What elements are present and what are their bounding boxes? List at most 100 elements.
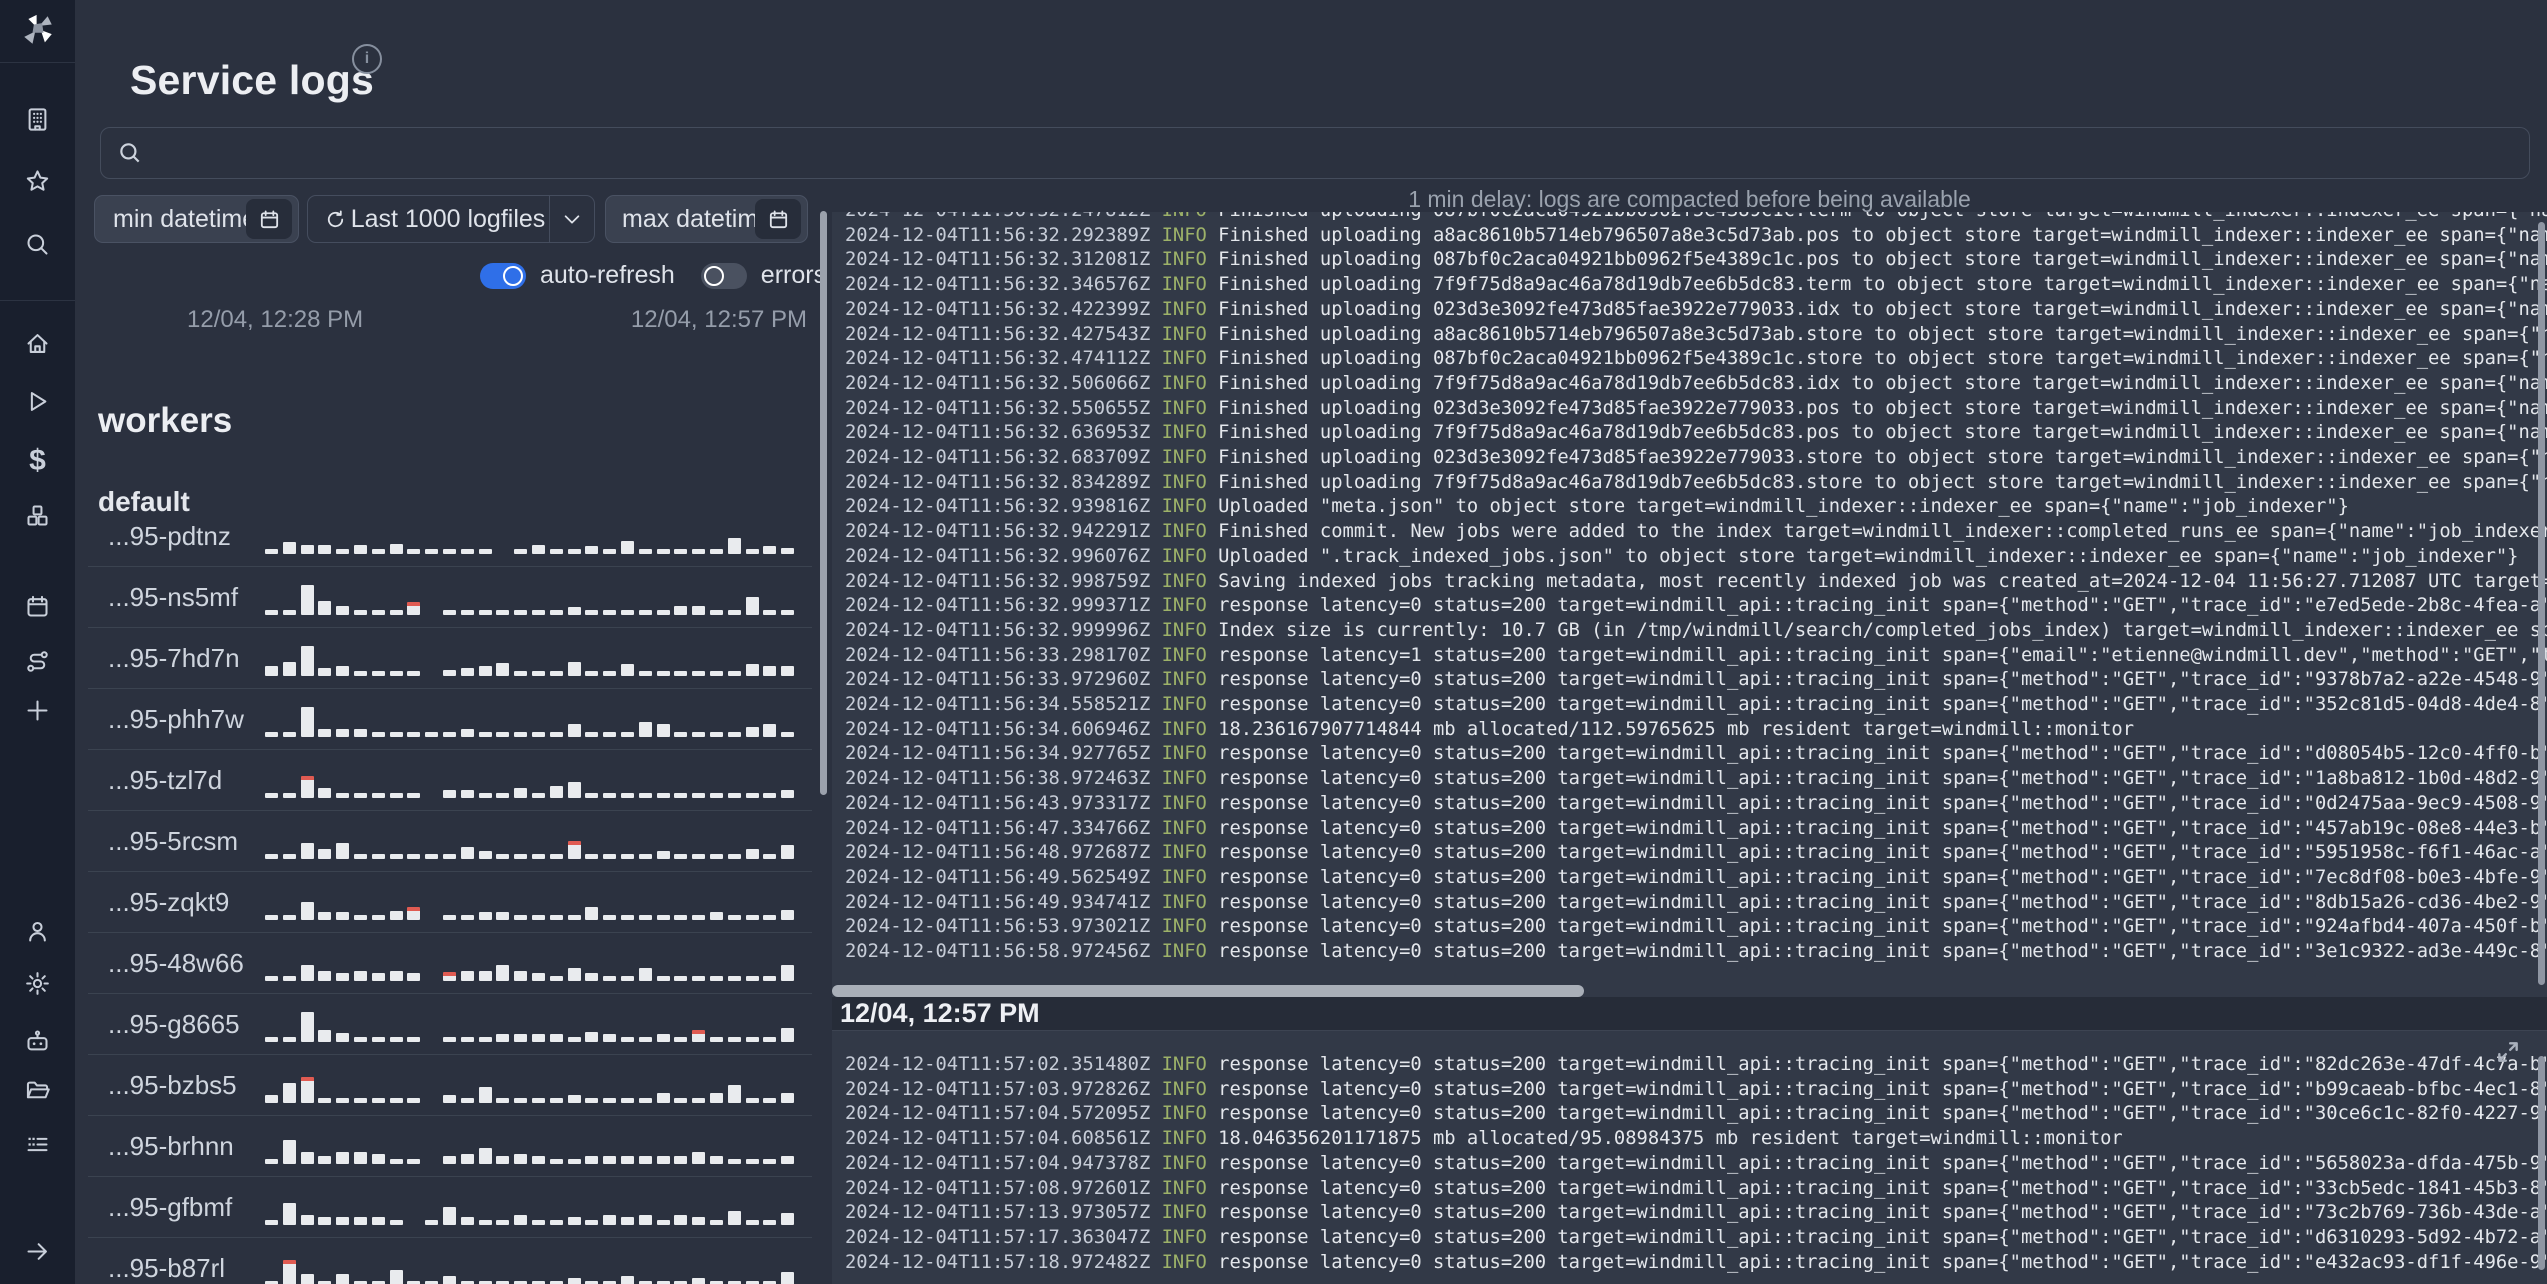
sparkline-bar [389,1220,403,1225]
sparkline-bar [674,976,688,981]
windmill-logo[interactable] [0,8,75,52]
worker-row[interactable]: ...95-pdtnz [88,506,812,567]
log-line: 2024-12-04T11:57:04.608561Z INFO 18.0463… [845,1128,2123,1150]
sparkline-bar [709,732,723,737]
sparkline-bar [318,1156,332,1164]
worker-row[interactable]: ...95-g8665 [88,994,812,1055]
sparkline-bar [496,1034,510,1042]
sparkline-bar [692,732,706,737]
log-line: 2024-12-04T11:57:08.972601Z INFO respons… [845,1177,2547,1199]
sparkline-bar [300,1152,314,1164]
horizontal-scrollbar[interactable] [832,985,1584,997]
user-icon[interactable] [0,918,75,945]
sparkline-bar [460,915,474,920]
worker-row[interactable]: ...95-phh7w [88,689,812,750]
worker-row[interactable]: ...95-zqkt9 [88,872,812,933]
workers-robot-icon[interactable] [0,1028,75,1055]
errors-toggle[interactable] [700,262,747,289]
folders-icon[interactable] [0,1077,75,1104]
sparkline-bar [442,610,456,615]
min-datetime-calendar-button[interactable] [246,199,292,239]
worker-row[interactable]: ...95-gfbmf [88,1177,812,1238]
sparkline-bar [514,971,528,981]
worker-row[interactable]: ...95-5rcsm [88,811,812,872]
sparkline-bar [763,610,777,615]
workers-scrollbar[interactable] [820,211,827,795]
billing-dollar-icon[interactable]: $ [0,444,75,478]
sparkline-bar [763,724,777,737]
sparkline-bar [567,841,581,859]
log-block2-scrollbar[interactable] [2538,1056,2545,1270]
sparkline-bar [745,664,759,676]
sparkline-bar [478,666,492,676]
resources-cubes-icon[interactable] [0,502,75,529]
sparkline-bar [585,546,599,554]
sparkline-bar [442,915,456,920]
flows-route-icon[interactable] [0,648,75,675]
sparkline-bar [709,1037,723,1042]
schedules-calendar-icon[interactable] [0,593,75,620]
sparkline-bar [567,1037,581,1042]
sparkline-bar [781,910,795,920]
sparkline-bar [478,1220,492,1225]
runs-play-icon[interactable] [0,388,75,415]
worker-row[interactable]: ...95-48w66 [88,933,812,994]
sparkline-bar [638,968,652,981]
worker-activity-sparkline [265,518,800,554]
worker-rows: ...95-pdtnz ...95-ns5mf ...95-7hd7n ...95-p… [88,506,812,1284]
log-block1-scrollbar[interactable] [2538,222,2545,985]
sparkline-bar [496,1156,510,1164]
sparkline-bar [460,729,474,737]
worker-row[interactable]: ...95-bzbs5 [88,1055,812,1116]
worker-row[interactable]: ...95-tzl7d [88,750,812,811]
sparkline-bar [514,915,528,920]
sparkline-bar [478,1037,492,1042]
sparkline-bar [265,1220,278,1225]
workspace-building-icon[interactable] [0,106,75,133]
auto-refresh-toggle[interactable] [480,262,526,289]
logfiles-select[interactable]: Last 1000 logfiles [307,195,595,243]
expand-icon[interactable] [2495,1039,2521,1065]
sparkline-bar [709,793,723,798]
info-icon[interactable]: i [352,44,382,74]
sparkline-bar [478,971,492,981]
home-icon[interactable] [0,330,75,357]
worker-row[interactable]: ...95-brhnn [88,1116,812,1177]
worker-row[interactable]: ...95-b87rl [88,1238,812,1284]
favorites-star-icon[interactable] [0,168,75,195]
sparkline-bar [585,907,599,920]
settings-gear-icon[interactable] [0,970,75,997]
sparkline-bar [336,549,350,554]
collapse-arrow-right-icon[interactable] [0,1238,75,1265]
sparkline-bar [442,1276,456,1284]
worker-activity-sparkline [265,762,800,798]
add-plus-icon[interactable] [0,697,75,724]
log-block-2[interactable]: 2024-12-04T11:57:02.351480Z INFO respons… [832,1031,2547,1284]
sparkline-bar [763,976,777,981]
sparkline-bar [603,915,617,920]
sparkline-bar [407,1159,421,1164]
sparkline-bar [407,602,421,615]
worker-row[interactable]: ...95-ns5mf [88,567,812,628]
search-input[interactable] [157,138,2515,168]
max-datetime-input[interactable]: max datetime [605,195,808,243]
sparkline-bar [300,545,314,554]
sparkline-bar [282,732,296,737]
sparkline-bar [781,845,795,859]
worker-row[interactable]: ...95-7hd7n [88,628,812,689]
log-block-1[interactable]: 2024-12-04T11:56:32.247812Z INFO Finishe… [832,212,2547,997]
sparkline-bar [674,915,688,920]
sparkline-bar [389,854,403,859]
sparkline-bar [549,1220,563,1225]
sidebar-divider [0,62,75,63]
max-datetime-calendar-button[interactable] [755,199,801,239]
logs-list-icon[interactable] [0,1131,75,1158]
min-datetime-input[interactable]: min datetime [94,195,299,243]
sparkline-bar [638,671,652,676]
sparkline-bar [353,1217,367,1225]
search-nav-icon[interactable] [0,231,75,258]
chevron-down-icon[interactable] [550,208,594,230]
log-line: 2024-12-04T11:56:32.834289Z INFO Finishe… [845,471,2547,493]
sparkline-bar [745,915,759,920]
sparkline-bar [709,549,723,554]
